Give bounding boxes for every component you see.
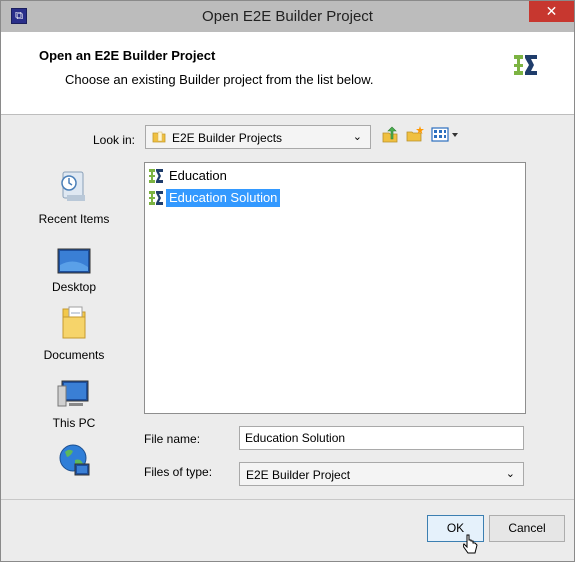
file-name-label: File name: [144,432,201,446]
place-label: Desktop [51,280,97,294]
place-label: Documents [43,348,105,362]
folder-icon [152,131,166,143]
window-title: Open E2E Builder Project [202,8,373,25]
chevron-down-icon: ⌄ [505,468,515,480]
chevron-down-icon: ⌄ [352,131,362,143]
e2e-project-icon [149,169,163,183]
file-type-value: E2E Builder Project [246,468,351,482]
new-folder-icon[interactable] [405,125,425,145]
title-bar[interactable]: ⧉ Open E2E Builder Project ✕ [1,1,574,32]
close-icon: ✕ [545,3,558,19]
e2e-project-icon [149,191,163,205]
place-desktop[interactable]: Desktop [24,247,124,297]
recent-items-icon [61,171,85,201]
mouse-cursor-icon [463,534,478,554]
open-project-dialog: ⧉ Open E2E Builder Project ✕ Open an E2E… [0,0,575,562]
file-list[interactable]: Education Education Solution [144,162,526,414]
cancel-button[interactable]: Cancel [489,515,565,542]
network-icon [59,444,90,476]
header-title: Open an E2E Builder Project [39,48,216,63]
place-recent-items[interactable]: Recent Items [24,169,124,231]
file-name-label: Education [169,168,227,183]
view-menu-icon[interactable] [431,126,461,144]
close-button[interactable]: ✕ [529,1,574,22]
file-type-dropdown[interactable]: E2E Builder Project ⌄ [239,462,524,486]
look-in-label: Look in: [92,133,135,147]
file-type-label: Files of type: [144,465,213,479]
up-one-level-icon[interactable] [380,125,400,145]
place-this-pc[interactable]: This PC [24,376,124,432]
look-in-value: E2E Builder Projects [172,131,283,145]
documents-icon [62,306,86,339]
dialog-header: Open an E2E Builder Project Choose an ex… [1,32,574,115]
place-network[interactable] [24,442,124,486]
file-item-education-solution[interactable]: Education Solution [145,189,525,207]
desktop-icon [57,248,91,274]
look-in-dropdown[interactable]: E2E Builder Projects ⌄ [145,125,371,149]
file-item-education[interactable]: Education [145,167,525,185]
place-label: Recent Items [38,212,110,226]
file-name-label: Education Solution [166,189,281,207]
e2e-logo-icon [514,55,537,75]
separator [1,499,574,500]
this-pc-icon [57,380,89,407]
place-documents[interactable]: Documents [24,305,124,365]
file-name-input[interactable] [239,426,524,450]
header-subtitle: Choose an existing Builder project from … [65,72,374,87]
place-label: This PC [52,416,96,430]
